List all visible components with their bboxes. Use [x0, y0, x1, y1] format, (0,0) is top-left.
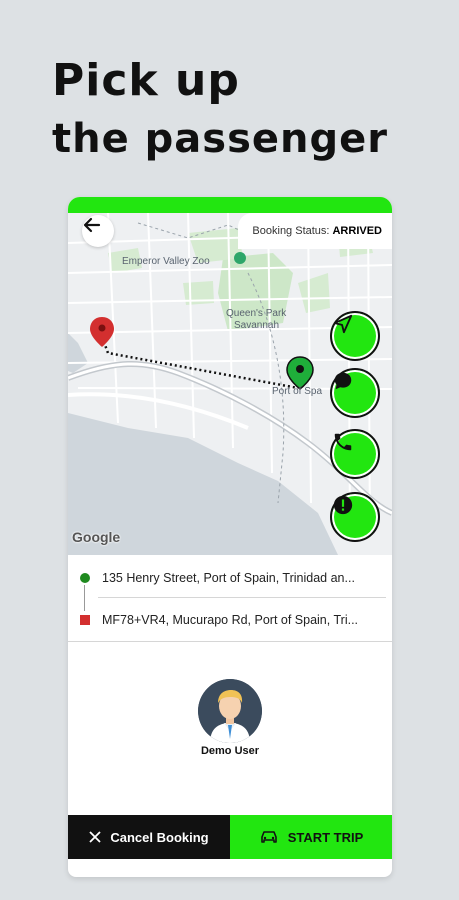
map-label-port: Port of Spa: [272, 386, 323, 397]
map-view[interactable]: Emperor Valley Zoo Queen's Park Savannah…: [68, 213, 392, 555]
cancel-booking-label: Cancel Booking: [110, 829, 209, 845]
address-divider: [98, 597, 386, 598]
navigation-arrow-icon: [333, 314, 353, 334]
google-attribution: Google: [72, 529, 121, 545]
back-button[interactable]: [82, 215, 114, 247]
chat-bubble-icon: [334, 372, 352, 390]
headline-line-2: the passenger: [52, 116, 388, 162]
bottom-actions: Cancel Booking START TRIP: [68, 815, 392, 859]
dropoff-square-icon: [68, 615, 102, 625]
call-button[interactable]: [330, 429, 380, 479]
booking-status-value: ARRIVED: [332, 225, 382, 237]
alert-button[interactable]: [330, 492, 380, 542]
navigate-button[interactable]: [330, 311, 380, 361]
passenger-name: Demo User: [200, 745, 260, 757]
headline-line-1: Pick up: [52, 55, 240, 106]
section-divider: [68, 641, 392, 642]
dropoff-map-marker: [90, 317, 114, 347]
headline: Pick up the passenger: [52, 52, 388, 168]
alert-icon: [333, 495, 353, 515]
arrow-left-icon: [83, 217, 101, 233]
close-icon: [89, 831, 102, 843]
start-trip-button[interactable]: START TRIP: [230, 815, 392, 859]
pickup-address: 135 Henry Street, Port of Spain, Trinida…: [102, 571, 355, 585]
avatar: [198, 679, 262, 743]
pickup-dot-icon: [68, 573, 102, 583]
dropoff-address-row[interactable]: MF78+VR4, Mucurapo Rd, Port of Spain, Tr…: [68, 605, 392, 635]
map-label-park: Queen's Park: [226, 308, 287, 319]
phone-icon: [334, 433, 352, 451]
booking-status-chip: Booking Status: ARRIVED: [238, 213, 392, 249]
pickup-address-row[interactable]: 135 Henry Street, Port of Spain, Trinida…: [68, 563, 392, 593]
map-label-savannah: Savannah: [234, 320, 280, 331]
car-icon: [259, 829, 279, 845]
user-avatar-icon: [198, 679, 262, 743]
start-trip-label: START TRIP: [287, 829, 364, 845]
phone-screen: Emperor Valley Zoo Queen's Park Savannah…: [68, 197, 392, 877]
booking-status-label: Booking Status:: [252, 225, 330, 237]
chat-button[interactable]: [330, 368, 380, 418]
cancel-booking-button[interactable]: Cancel Booking: [68, 815, 230, 859]
map-label-zoo: Emperor Valley Zoo: [122, 256, 210, 267]
dropoff-address: MF78+VR4, Mucurapo Rd, Port of Spain, Tr…: [102, 613, 359, 627]
